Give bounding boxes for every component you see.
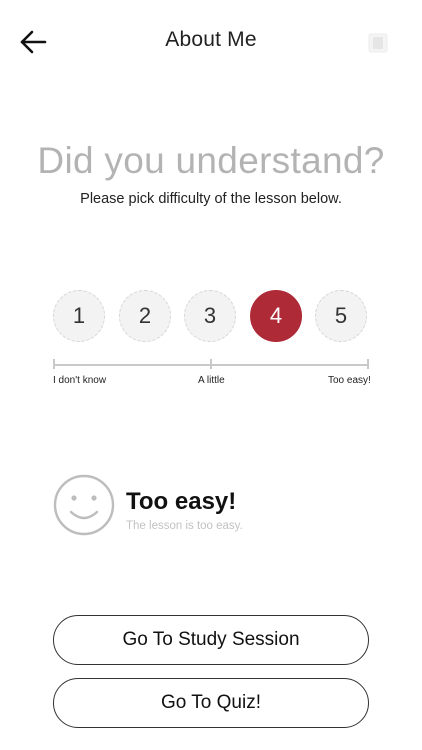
scale-label-left: I don't know xyxy=(53,375,107,386)
result-description: The lesson is too easy. xyxy=(126,520,243,532)
app-header: About Me xyxy=(0,0,422,84)
result-title: Too easy! xyxy=(126,488,237,515)
question-subtitle: Please pick difficulty of the lesson bel… xyxy=(80,191,342,207)
scale-label-middle: A little xyxy=(198,375,225,386)
book-button[interactable] xyxy=(367,32,389,54)
difficulty-rating: 1 2 3 4 5 xyxy=(53,290,369,344)
scale-label-right: Too easy! xyxy=(328,375,371,386)
rating-option-4[interactable]: 4 xyxy=(250,290,302,342)
go-to-quiz-button[interactable]: Go To Quiz! xyxy=(53,678,369,728)
rating-option-3[interactable]: 3 xyxy=(184,290,236,342)
smiley-face-icon xyxy=(53,474,115,536)
difficulty-result: Too easy! The lesson is too easy. xyxy=(53,474,373,538)
rating-option-1[interactable]: 1 xyxy=(53,290,105,342)
book-icon xyxy=(368,33,388,53)
rating-option-5[interactable]: 5 xyxy=(315,290,367,342)
go-to-study-session-button[interactable]: Go To Study Session xyxy=(53,615,369,665)
question-title: Did you understand? xyxy=(37,140,385,181)
scale-tick-middle xyxy=(210,359,212,369)
page-title: About Me xyxy=(165,28,257,51)
rating-option-2[interactable]: 2 xyxy=(119,290,171,342)
scale-tick-left xyxy=(53,359,55,369)
scale-tick-right xyxy=(367,359,369,369)
